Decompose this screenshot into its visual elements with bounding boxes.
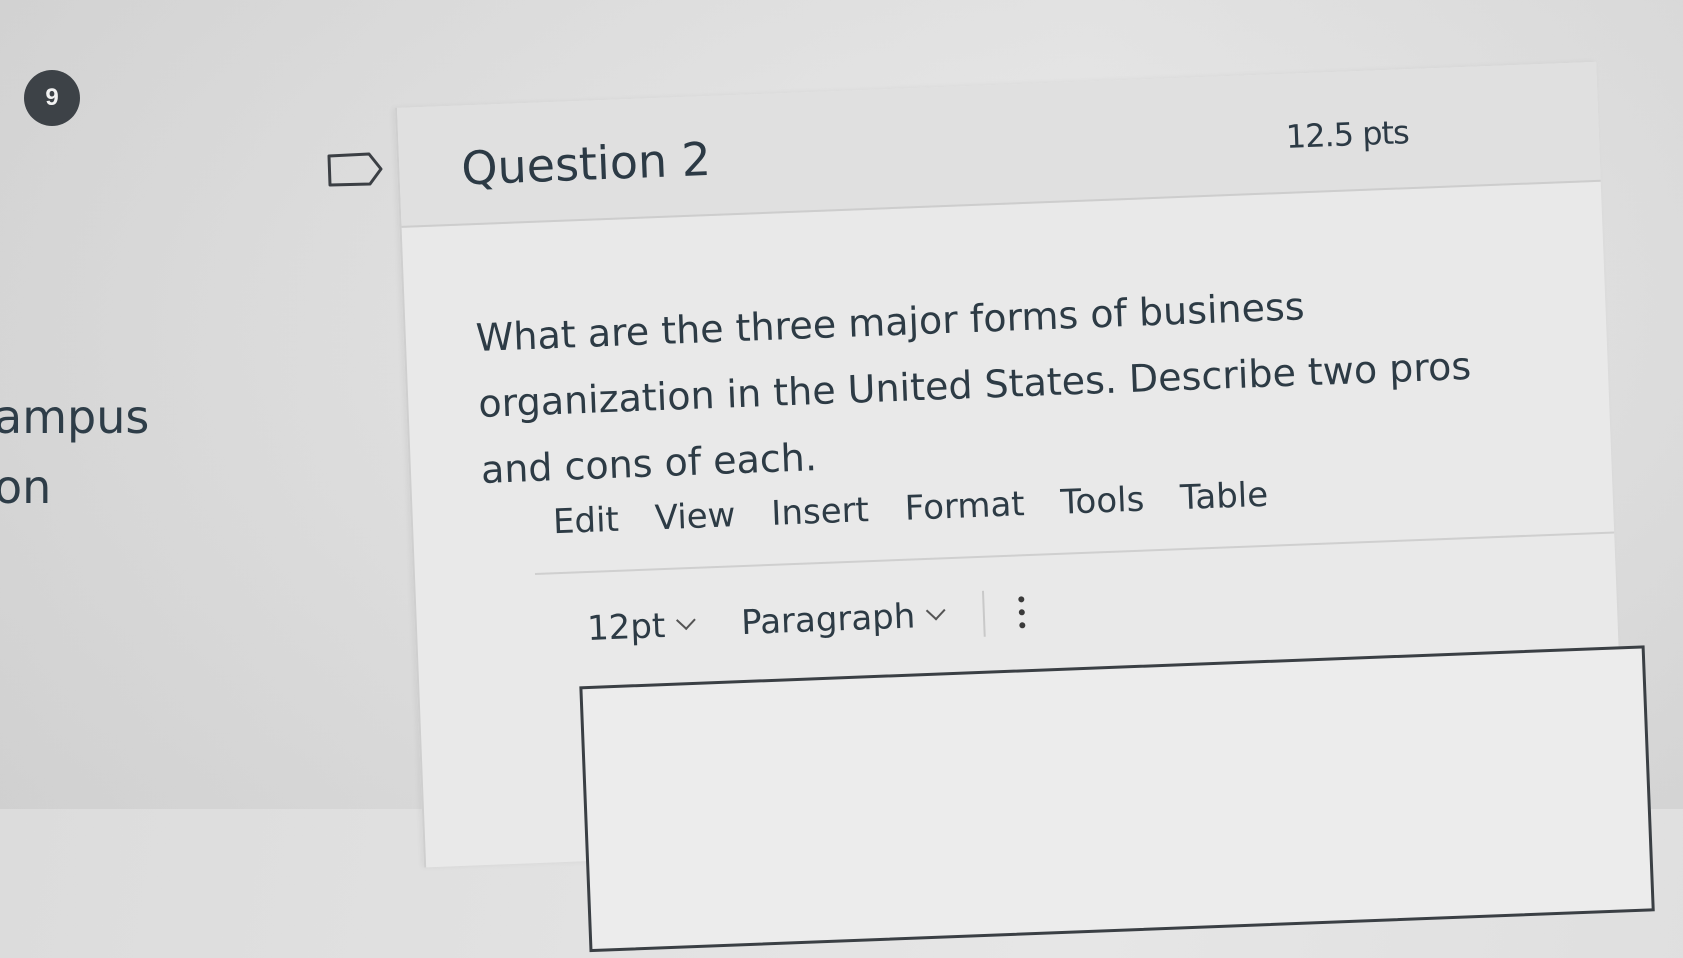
question-card: Question 2 12.5 pts What are the three m… [395,61,1655,953]
font-size-value: 12pt [586,606,667,649]
menubar-divider [534,531,1615,575]
sidebar-text-line1[interactable]: ampus [0,390,149,444]
answer-editor[interactable] [579,645,1655,953]
menu-edit[interactable]: Edit [552,500,619,542]
menu-table[interactable]: Table [1179,475,1268,518]
font-size-dropdown[interactable]: 12pt [586,605,696,649]
editor-toolbar: 12pt Paragraph [586,589,1026,652]
question-title: Question 2 [460,131,712,196]
notification-badge[interactable]: 9 [24,70,80,126]
question-header: Question 2 12.5 pts [396,61,1601,228]
question-points: 12.5 pts [1285,113,1410,156]
badge-count: 9 [45,84,59,111]
sidebar-text-line2[interactable]: on [0,460,51,514]
menu-tools[interactable]: Tools [1060,480,1145,523]
menu-format[interactable]: Format [904,484,1025,529]
question-text: What are the three major forms of busine… [475,284,1472,492]
toolbar-separator [982,590,987,637]
menu-insert[interactable]: Insert [771,490,870,534]
flag-question-icon[interactable] [325,150,387,195]
chevron-down-icon [676,610,696,631]
block-format-dropdown[interactable]: Paragraph [740,595,946,644]
menu-view[interactable]: View [654,495,736,538]
block-format-value: Paragraph [740,596,917,644]
more-options-icon[interactable] [1018,596,1026,629]
chevron-down-icon [926,600,946,621]
